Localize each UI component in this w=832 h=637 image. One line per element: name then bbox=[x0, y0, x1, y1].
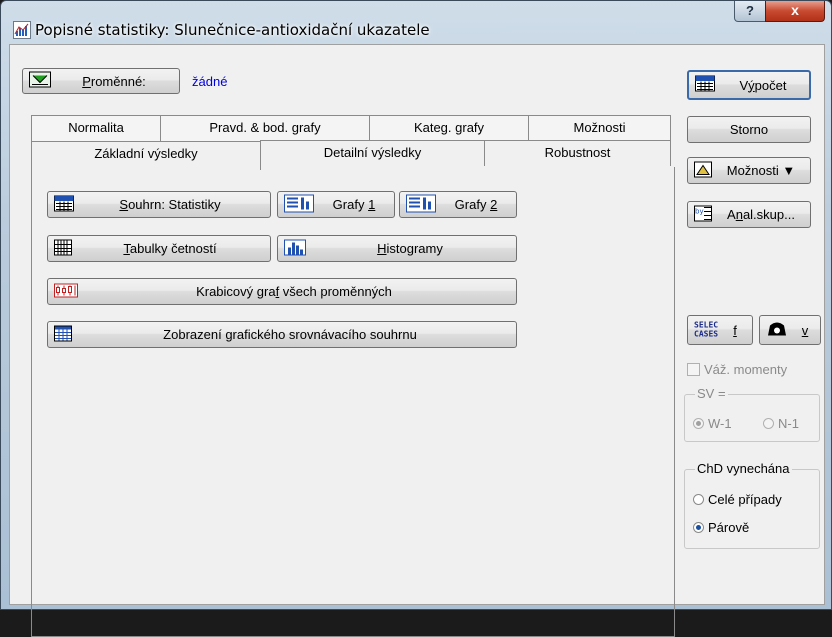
box-plot-icon bbox=[54, 283, 78, 300]
table-grid-icon bbox=[54, 239, 72, 258]
by-group-label: A bbox=[727, 207, 736, 222]
comparison-summary-label: Zobrazení grafického srovnávacího souhrn… bbox=[163, 327, 417, 342]
variables-value: žádné bbox=[192, 74, 228, 89]
histograms-button[interactable]: Histogramy bbox=[277, 235, 517, 262]
help-button[interactable]: ? bbox=[734, 1, 766, 22]
by-group-label-rest: al.skup... bbox=[742, 207, 795, 222]
dialog-client: Proměnné: žádné Normalita Pravd. & bod. … bbox=[9, 44, 825, 637]
select-cases-icon: SELECTCASES bbox=[694, 319, 723, 342]
graphs-1-button[interactable]: Grafy 1 bbox=[277, 191, 395, 218]
graphs-2-button[interactable]: Grafy 2 bbox=[399, 191, 517, 218]
frequency-tables-button[interactable]: Tabulky četností bbox=[47, 235, 271, 262]
weight-icon bbox=[766, 320, 788, 341]
tab-categorized-plots[interactable]: Kateg. grafy bbox=[369, 115, 529, 141]
svg-text:CASES: CASES bbox=[694, 330, 718, 339]
tab-basic-results[interactable]: Základní výsledky bbox=[31, 141, 261, 170]
variables-button[interactable]: Proměnné: bbox=[22, 68, 180, 94]
w1-label: W-1 bbox=[708, 416, 732, 431]
comparison-summary-button[interactable]: Zobrazení grafického srovnávacího souhrn… bbox=[47, 321, 517, 348]
frequency-label: abulky četností bbox=[129, 241, 217, 256]
histograms-label: istogramy bbox=[386, 241, 443, 256]
radio-dot bbox=[693, 494, 704, 505]
compute-button[interactable]: Výpočet bbox=[687, 70, 811, 100]
histogram-icon bbox=[284, 239, 306, 258]
tab-options[interactable]: Možnosti bbox=[528, 115, 671, 141]
by-group-icon: by bbox=[694, 205, 712, 224]
weighted-moments-label: Váž. momenty bbox=[704, 362, 788, 377]
pairwise-radio[interactable]: Párově bbox=[693, 520, 749, 535]
summary-accel: S bbox=[119, 197, 129, 212]
radio-dot bbox=[693, 522, 704, 533]
window-title: Popisné statistiky: Slunečnice-antioxida… bbox=[35, 21, 430, 39]
svg-text:by: by bbox=[695, 207, 704, 215]
sv-group-title: SV = bbox=[695, 386, 728, 401]
weighted-moments-checkbox[interactable]: Váž. momenty bbox=[687, 362, 787, 377]
tab-detailed-results[interactable]: Detailní výsledky bbox=[260, 140, 485, 166]
n1-radio[interactable]: N-1 bbox=[763, 416, 799, 431]
compute-label-rest: počet bbox=[754, 77, 787, 93]
graphs-1-label: Grafy bbox=[332, 197, 369, 212]
n1-label: N-1 bbox=[778, 416, 799, 431]
variables-label: roměnné: bbox=[90, 73, 146, 89]
checkbox-box bbox=[687, 363, 700, 376]
pairwise-label: Párově bbox=[708, 520, 750, 535]
graphs-1-accel: 1 bbox=[368, 197, 376, 212]
svg-text:SELECT: SELECT bbox=[694, 321, 718, 330]
cancel-button[interactable]: Storno bbox=[687, 116, 811, 143]
select-cases-button[interactable]: SELECTCASES f bbox=[687, 315, 753, 345]
radio-dot bbox=[693, 418, 704, 429]
histograms-accel: H bbox=[377, 241, 387, 256]
tab-normality[interactable]: Normalita bbox=[31, 115, 161, 141]
summary-statistics-button[interactable]: Souhrn: Statistiky bbox=[47, 191, 271, 218]
by-group-accel: n bbox=[735, 207, 743, 222]
weight-button[interactable]: v bbox=[759, 315, 821, 345]
compute-label: V bbox=[739, 77, 749, 93]
radio-dot bbox=[763, 418, 774, 429]
title-bar[interactable]: Popisné statistiky: Slunečnice-antioxida… bbox=[1, 1, 832, 41]
dialog-window: Popisné statistiky: Slunečnice-antioxida… bbox=[0, 0, 832, 637]
graphs-2-label: Grafy bbox=[454, 197, 491, 212]
sv-group: SV = W-1 N-1 bbox=[684, 386, 820, 442]
summary-icon bbox=[695, 75, 715, 95]
options-icon bbox=[694, 161, 712, 180]
summary-icon bbox=[54, 195, 74, 214]
graphs-icon bbox=[406, 194, 436, 215]
tab-robustness[interactable]: Robustnost bbox=[484, 140, 671, 166]
variables-accel: P bbox=[82, 73, 91, 89]
casewise-label: Celé případy bbox=[708, 492, 782, 507]
app-chart-icon bbox=[13, 21, 31, 39]
graphs-2-accel: 2 bbox=[490, 197, 498, 212]
missing-data-group-title: ChD vynechána bbox=[695, 461, 792, 476]
by-group-button[interactable]: by Anal.skup... bbox=[687, 201, 811, 228]
box-plot-label-rest: všech proměnných bbox=[279, 284, 392, 299]
w1-radio[interactable]: W-1 bbox=[693, 416, 732, 431]
summary-label: ouhrn: Statistiky bbox=[128, 197, 221, 212]
box-plot-label: Krabicový gra bbox=[196, 284, 276, 299]
table-blue-icon bbox=[54, 325, 72, 344]
missing-data-group: ChD vynechána Celé případy Párově bbox=[684, 461, 820, 549]
chevron-down-icon: ▼ bbox=[782, 163, 796, 178]
box-plot-button[interactable]: Krabicový graf všech proměnných bbox=[47, 278, 517, 305]
options-dropdown-button[interactable]: Možnosti ▼ bbox=[687, 157, 811, 184]
options-label: Možnosti bbox=[726, 163, 779, 178]
casewise-radio[interactable]: Celé případy bbox=[693, 492, 782, 507]
close-button[interactable]: x bbox=[765, 1, 825, 22]
tab-probability-plots[interactable]: Pravd. & bod. grafy bbox=[160, 115, 370, 141]
graphs-icon bbox=[284, 194, 314, 215]
variables-icon bbox=[29, 71, 51, 91]
